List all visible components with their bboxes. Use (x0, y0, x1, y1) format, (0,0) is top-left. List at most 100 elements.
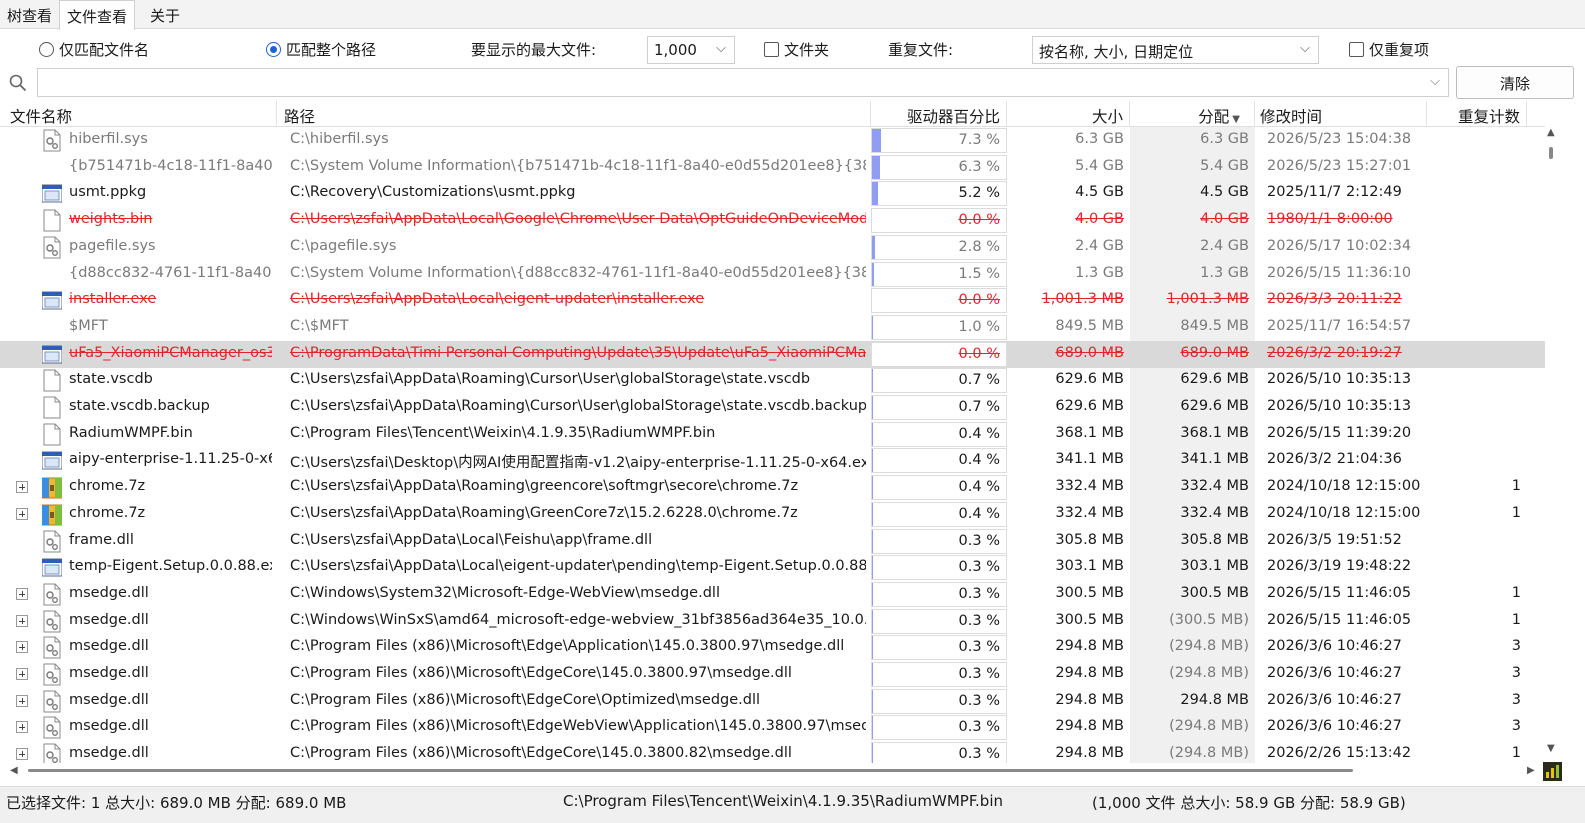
cell-path: C:\Program Files (x86)\Microsoft\Edge\Ap… (290, 638, 845, 655)
duplicate-label: 重复文件: (888, 41, 954, 59)
table-row[interactable]: frame.dll C:\Users\zsfai\AppData\Local\Fe… (0, 528, 1545, 555)
scroll-left-icon[interactable]: ◀ (10, 765, 18, 776)
table-row[interactable]: {d88cc832-4761-11f1-8a40-e0d55d201ee8}{3… (0, 261, 1545, 288)
table-row[interactable]: state.vscdb C:\Users\zsfai\AppData\Roamin… (0, 367, 1545, 394)
clear-button[interactable]: 清除 (1456, 66, 1574, 99)
match-filename-radio[interactable]: 仅匹配文件名 (39, 39, 149, 60)
tab-about[interactable]: 关于 (143, 0, 187, 29)
folder-checkbox[interactable]: 文件夹 (764, 39, 829, 60)
cell-name: RadiumWMPF.bin (69, 424, 193, 441)
column-header-dupcount[interactable]: 重复计数 (1427, 101, 1527, 127)
cell-alloc: 4.0 GB (1200, 211, 1249, 228)
table-row[interactable]: msedge.dll C:\Program Files (x86)\Microso… (0, 741, 1545, 763)
cell-size: 4.5 GB (1075, 184, 1124, 201)
dll-icon (43, 530, 61, 552)
column-header-size[interactable]: 大小 (1007, 101, 1130, 127)
tab-tree-view[interactable]: 树查看 (0, 0, 59, 29)
cell-name: msedge.dll (69, 665, 149, 681)
tab-file-view[interactable]: 文件查看 (59, 0, 136, 30)
scroll-up-icon[interactable]: ▲ (1547, 127, 1555, 138)
expand-icon[interactable] (16, 481, 28, 494)
table-row[interactable]: msedge.dll C:\Windows\System32\Microsoft-… (0, 581, 1545, 608)
vertical-scroll-thumb[interactable] (1549, 147, 1553, 159)
cell-dupcount: 3 (1511, 718, 1521, 735)
percent-bar-fill (872, 396, 873, 419)
expand-icon[interactable] (16, 507, 28, 520)
cell-percent: 1.5 % (958, 265, 1000, 282)
resize-grip-icon[interactable] (1543, 762, 1562, 781)
only-duplicates-checkbox[interactable]: 仅重复项 (1349, 39, 1429, 60)
cell-mtime: 2026/3/6 10:46:27 (1267, 638, 1402, 655)
cell-mtime: 2026/3/2 21:04:36 (1267, 451, 1402, 468)
column-header-path[interactable]: 路径 (277, 101, 871, 127)
table-row[interactable]: temp-Eigent.Setup.0.0.88.exe C:\Users\zsf… (0, 554, 1545, 581)
table-row[interactable]: msedge.dll C:\Windows\WinSxS\amd64_micros… (0, 608, 1545, 635)
vertical-scrollbar[interactable]: ▲ ▼ (1545, 127, 1558, 763)
column-header-name[interactable]: 文件名称 (0, 101, 277, 127)
table-row[interactable]: installer.exe C:\Users\zsfai\AppData\Loca… (0, 287, 1545, 314)
cell-percent: 6.3 % (958, 158, 1000, 175)
table-row[interactable]: usmt.ppkg C:\Recovery\Customizations\usmt… (0, 180, 1545, 207)
expand-icon[interactable] (16, 587, 28, 600)
cell-dupcount (1427, 180, 1527, 207)
cell-name: msedge.dll (69, 611, 149, 628)
cell-path: C:\Windows\WinSxS\amd64_microsoft-edge-w… (290, 611, 866, 628)
cell-mtime: 2024/10/18 12:15:00 (1267, 478, 1421, 495)
status-current-path: C:\Program Files\Tencent\Weixin\4.1.9.35… (563, 792, 1003, 810)
expand-icon[interactable] (16, 721, 28, 734)
table-row[interactable]: chrome.7z C:\Users\zsfai\AppData\Roaming\… (0, 501, 1545, 528)
cell-dupcount (1427, 234, 1527, 261)
cell-size: 341.1 MB (1055, 451, 1124, 468)
cell-alloc: (294.8 MB) (1169, 665, 1249, 681)
percent-bar-fill (872, 235, 876, 259)
column-header-alloc[interactable]: 分配 ▼ (1130, 101, 1255, 127)
table-row[interactable]: uFa5_XiaomiPCManager_os3_tw C:\ProgramDat… (0, 340, 1545, 368)
search-input[interactable]: ⌵ (37, 68, 1449, 97)
table-row[interactable]: msedge.dll C:\Program Files (x86)\Microso… (0, 634, 1545, 661)
table-row[interactable]: state.vscdb.backup C:\Users\zsfai\AppData… (0, 394, 1545, 421)
table-row[interactable]: $MFT C:\$MFT 1.0 % 849.5 MB 849.5 MB 2025/11/… (0, 314, 1545, 341)
expand-icon[interactable] (16, 748, 28, 761)
cell-name: state.vscdb (69, 371, 153, 388)
expand-icon[interactable] (16, 641, 28, 654)
table-row[interactable]: {b751471b-4c18-11f1-8a40-e0d55d201ee8}{3… (0, 154, 1545, 181)
max-files-dropdown[interactable]: 1,000 ⌵ (647, 36, 735, 64)
table-row[interactable]: msedge.dll C:\Program Files (x86)\Microso… (0, 714, 1545, 741)
cell-path: C:\Windows\System32\Microsoft-Edge-WebVi… (290, 584, 720, 601)
scroll-right-icon[interactable]: ▶ (1527, 765, 1535, 776)
duplicate-mode-dropdown[interactable]: 按名称, 大小, 日期定位 ⌵ (1032, 36, 1319, 64)
cell-path: C:\System Volume Information\{b751471b-4… (290, 157, 866, 174)
horizontal-scrollbar[interactable]: ◀ ▶ (0, 763, 1545, 779)
table-row[interactable]: RadiumWMPF.bin C:\Program Files\Tencent\W… (0, 421, 1545, 448)
table-row[interactable]: aipy-enterprise-1.11.25-0-x64.exe C:\User… (0, 447, 1545, 474)
cell-mtime: 2026/5/15 11:36:10 (1267, 264, 1412, 281)
column-header-percent[interactable]: 驱动器百分比 (871, 101, 1007, 127)
table-row[interactable]: pagefile.sys C:\pagefile.sys 2.8 % 2.4 GB 2.… (0, 234, 1545, 261)
percent-bar: 0.3 % (871, 742, 1007, 763)
cell-mtime: 2026/5/23 15:27:01 (1267, 157, 1412, 174)
cell-dupcount: 1 (1511, 504, 1521, 521)
cell-size: 294.8 MB (1055, 665, 1124, 681)
cell-percent: 0.7 % (958, 372, 1000, 389)
expand-icon[interactable] (16, 614, 28, 627)
table-row[interactable]: weights.bin C:\Users\zsfai\AppData\Local\… (0, 207, 1545, 234)
status-selection: 已选择文件: 1 总大小: 689.0 MB 分配: 689.0 MB (6, 794, 347, 812)
cell-percent: 2.8 % (958, 238, 1000, 255)
cell-name: msedge.dll (69, 691, 149, 708)
table-row[interactable]: chrome.7z C:\Users\zsfai\AppData\Roaming\… (0, 474, 1545, 501)
cell-name: $MFT (69, 317, 108, 334)
cell-percent: 0.4 % (958, 505, 1000, 522)
table-row[interactable]: msedge.dll C:\Program Files (x86)\Microso… (0, 688, 1545, 715)
table-row[interactable]: msedge.dll C:\Program Files (x86)\Microso… (0, 661, 1545, 688)
scroll-down-icon[interactable]: ▼ (1547, 743, 1555, 754)
match-fullpath-radio[interactable]: 匹配整个路径 (266, 39, 376, 60)
percent-bar: 0.3 % (871, 688, 1007, 714)
table-row[interactable]: hiberfil.sys C:\hiberfil.sys 7.3 % 6.3 GB 6.… (0, 127, 1545, 154)
cell-mtime: 2026/5/23 15:04:38 (1267, 131, 1412, 147)
cell-path: C:\Program Files (x86)\Microsoft\EdgeCor… (290, 665, 792, 681)
expand-icon[interactable] (16, 694, 28, 707)
horizontal-scroll-thumb[interactable] (28, 769, 1353, 772)
column-header-mtime[interactable]: 修改时间 (1255, 101, 1427, 127)
cell-alloc: 294.8 MB (1180, 691, 1249, 708)
expand-icon[interactable] (16, 668, 28, 680)
